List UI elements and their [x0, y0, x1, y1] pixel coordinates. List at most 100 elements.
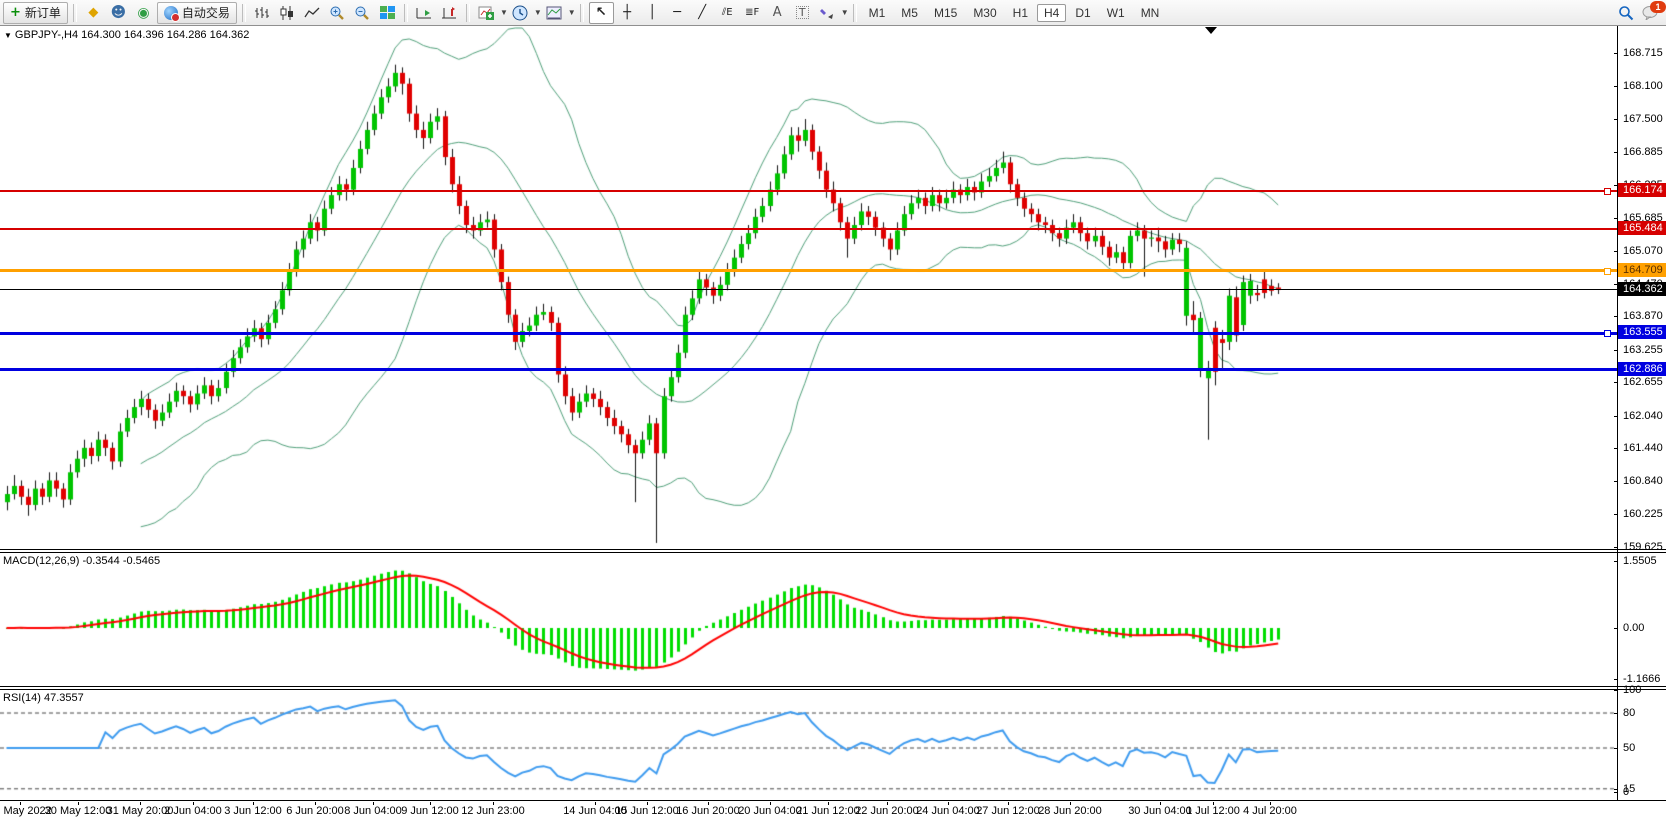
auto-scroll-icon[interactable] [413, 3, 436, 23]
hline-162.886[interactable] [0, 368, 1617, 371]
time-axis-tick [140, 802, 141, 805]
time-tick-label: 1 Jul 12:00 [1186, 805, 1240, 817]
channel-icon[interactable]: ⫽E [716, 3, 739, 23]
hline-164.709[interactable] [0, 269, 1617, 272]
time-axis-tick [1070, 802, 1071, 805]
timeframe-mn[interactable]: MN [1134, 4, 1167, 22]
new-order-icon: + [10, 6, 21, 19]
panel-separator[interactable] [0, 552, 1666, 553]
timeframe-m5[interactable]: M5 [894, 4, 925, 22]
time-axis[interactable]: 27 May 202230 May 12:0031 May 20:002 Jun… [0, 802, 1617, 822]
rsi-tick-label: 100 [1623, 684, 1641, 696]
panel-separator[interactable] [0, 689, 1666, 690]
symbol-info-label[interactable]: ▼GBPJPY-,H4 164.300 164.396 164.286 164.… [4, 29, 249, 41]
chart-canvas[interactable] [0, 26, 1617, 800]
time-axis-tick [315, 802, 316, 805]
timeframe-m15[interactable]: M15 [927, 4, 964, 22]
axis-tick [1614, 350, 1618, 351]
time-tick-label: 8 Jun 04:00 [344, 805, 402, 817]
arrows-dropdown-icon[interactable]: ▼ [841, 8, 849, 17]
navigator-icon[interactable]: ◉ [132, 3, 155, 23]
axis-tick [1614, 514, 1618, 515]
rsi-label: RSI(14) 47.3557 [3, 692, 84, 704]
new-order-button[interactable]: + 新订单 [3, 2, 68, 24]
price-tick-label: 159.625 [1623, 541, 1663, 553]
crosshair-icon[interactable]: ┼ [616, 3, 639, 23]
timeframe-w1[interactable]: W1 [1100, 4, 1132, 22]
templates-icon[interactable] [543, 3, 566, 23]
data-window-icon[interactable]: ☻ [107, 3, 130, 23]
arrows-tool-icon[interactable] [816, 3, 839, 23]
hline-164.362[interactable] [0, 289, 1617, 290]
axis-tick [1614, 628, 1618, 629]
chart-line-icon[interactable] [301, 3, 324, 23]
axis-tick [1614, 448, 1618, 449]
chart-candles-icon[interactable] [276, 3, 299, 23]
cursor-icon[interactable]: ↖ [589, 2, 614, 24]
price-axis[interactable]: 168.715168.100167.500166.885166.285165.6… [1618, 26, 1666, 800]
text-icon[interactable]: A [766, 3, 789, 23]
auto-trading-button[interactable]: 自动交易 [157, 2, 237, 24]
hline-handle[interactable] [1604, 188, 1611, 195]
main-toolbar: + 新订单 ◆ ☻ ◉ 自动交易 ▼ ▼ ▼ ↖ [0, 0, 1666, 26]
axis-tick [1614, 792, 1618, 793]
time-tick-label: 30 Jun 04:00 [1128, 805, 1192, 817]
text-label-icon[interactable]: T [791, 3, 814, 23]
indicators-icon[interactable] [475, 3, 498, 23]
timeframe-m30[interactable]: M30 [966, 4, 1003, 22]
price-tick-label: 162.655 [1623, 376, 1663, 388]
timeframe-d1[interactable]: D1 [1068, 4, 1097, 22]
time-tick-label: 2 Jun 04:00 [164, 805, 222, 817]
price-badge-164.709: 164.709 [1618, 263, 1666, 277]
toolbar-separator [466, 4, 470, 22]
templates-dropdown-icon[interactable]: ▼ [568, 8, 576, 17]
toolbar-separator [853, 4, 857, 22]
time-tick-label: 16 Jun 20:00 [676, 805, 740, 817]
panel-separator[interactable] [0, 549, 1666, 550]
tile-windows-icon[interactable] [376, 3, 399, 23]
hline-163.555[interactable] [0, 332, 1617, 335]
time-axis-tick [828, 802, 829, 805]
periods-icon[interactable] [509, 3, 532, 23]
time-tick-label: 21 Jun 12:00 [796, 805, 860, 817]
notifications-icon[interactable]: 1 [1639, 3, 1662, 23]
horizontal-line-icon[interactable]: ─ [666, 3, 689, 23]
timeframe-m1[interactable]: M1 [862, 4, 893, 22]
price-tick-label: 163.870 [1623, 310, 1663, 322]
zoom-out-icon[interactable] [351, 3, 374, 23]
price-tick-label: 168.715 [1623, 47, 1663, 59]
chart-bars-icon[interactable] [251, 3, 274, 23]
toolbar-separator [580, 4, 584, 22]
trendline-icon[interactable]: ╱ [691, 3, 714, 23]
axis-tick [1614, 53, 1618, 54]
hline-165.484[interactable] [0, 228, 1617, 230]
timeframe-h4[interactable]: H4 [1037, 4, 1066, 22]
panel-separator[interactable] [0, 686, 1666, 687]
hline-166.174[interactable] [0, 190, 1617, 192]
notification-badge: 1 [1650, 1, 1666, 13]
market-watch-icon[interactable]: ◆ [82, 3, 105, 23]
timeframe-bar: M1M5M15M30H1H4D1W1MN [861, 4, 1168, 22]
periods-dropdown-icon[interactable]: ▼ [534, 8, 542, 17]
price-badge-163.555: 163.555 [1618, 325, 1666, 339]
axis-tick [1614, 679, 1618, 680]
chart-shift-icon[interactable] [438, 3, 461, 23]
chart-shift-marker-icon[interactable] [1205, 27, 1217, 34]
zoom-in-icon[interactable] [326, 3, 349, 23]
axis-tick [1614, 713, 1618, 714]
price-tick-label: 163.255 [1623, 344, 1663, 356]
axis-tick [1614, 547, 1618, 548]
indicators-dropdown-icon[interactable]: ▼ [500, 8, 508, 17]
price-tick-label: 165.070 [1623, 245, 1663, 257]
toolbar-separator [404, 4, 408, 22]
fibonacci-icon[interactable]: ≣F [741, 3, 764, 23]
search-icon[interactable] [1614, 3, 1637, 23]
hline-handle[interactable] [1604, 330, 1611, 337]
time-tick-label: 6 Jun 20:00 [286, 805, 344, 817]
hline-handle[interactable] [1604, 268, 1611, 275]
time-tick-label: 9 Jun 12:00 [401, 805, 459, 817]
vertical-line-icon[interactable]: │ [641, 3, 664, 23]
axis-tick [1614, 481, 1618, 482]
time-tick-label: 27 Jun 12:00 [976, 805, 1040, 817]
timeframe-h1[interactable]: H1 [1006, 4, 1035, 22]
